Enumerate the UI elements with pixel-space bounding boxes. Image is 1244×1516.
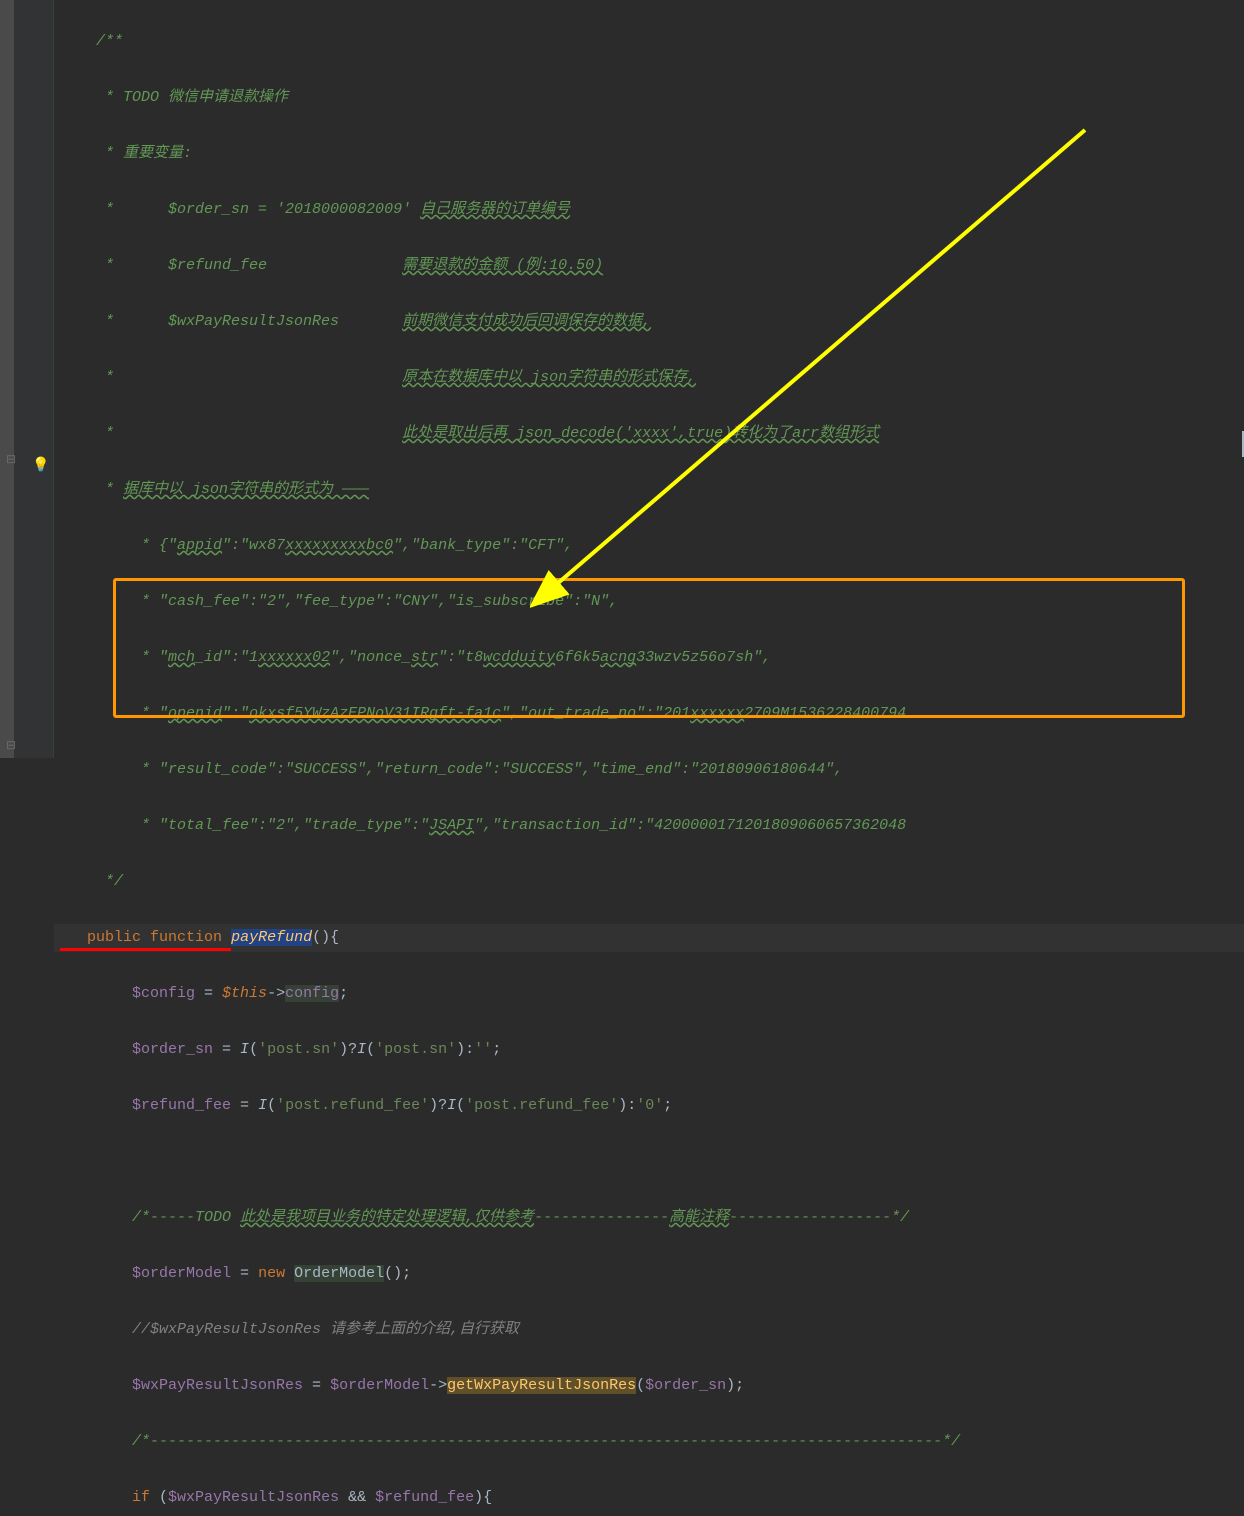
comment: * 此处是取出后再 json_decode('xxxx',true)转化为了ar…	[60, 425, 879, 442]
comment: * $wxPayResultJsonRes 前期微信支付成功后回调保存的数据,	[60, 313, 651, 330]
current-line[interactable]: public function payRefund(){	[54, 924, 1244, 952]
editor-gutter: ⊟ ⊟ 💡	[0, 0, 54, 758]
comment: * TODO 微信申请退款操作	[60, 89, 288, 106]
gutter-strip	[0, 0, 14, 758]
code-editor[interactable]: /** * TODO 微信申请退款操作 * 重要变量: * $order_sn …	[54, 0, 1244, 1516]
error-underline: public function	[60, 928, 231, 951]
comment: */	[60, 873, 123, 890]
comment: //$wxPayResultJsonRes 请参考上面的介绍,自行获取	[132, 1321, 519, 1338]
comment: * "cash_fee":"2","fee_type":"CNY","is_su…	[60, 593, 618, 610]
comment: * 原本在数据库中以 json字符串的形式保存,	[60, 369, 696, 386]
comment: * "openid":"okxsf5YWzAzEPNoV31IRgft-fa1c…	[60, 705, 906, 722]
comment: * "total_fee":"2","trade_type":"JSAPI","…	[60, 817, 906, 834]
comment: * 重要变量:	[60, 145, 192, 162]
comment: /*-----TODO 此处是我项目业务的特定处理逻辑,仅供参考--------…	[132, 1209, 909, 1226]
comment: * "result_code":"SUCCESS","return_code":…	[60, 761, 843, 778]
comment: * {"appid":"wx87xxxxxxxxxbc0","bank_type…	[60, 537, 573, 554]
comment: * 据库中以 json字符串的形式为 ———	[60, 481, 369, 498]
lightbulb-icon[interactable]: 💡	[32, 452, 48, 468]
fold-minus-icon[interactable]: ⊟	[6, 732, 16, 760]
comment: * $order_sn = '2018000082009' 自己服务器的订单编号	[60, 201, 570, 218]
fold-minus-icon[interactable]: ⊟	[6, 446, 16, 474]
comment: * "mch_id":"1xxxxxx02","nonce_str":"t8wc…	[60, 649, 771, 666]
function-name: payRefund	[231, 929, 312, 946]
comment: /*--------------------------------------…	[132, 1433, 960, 1450]
comment: * $refund_fee 需要退款的金额 (例:10.50)	[60, 257, 603, 274]
comment: /**	[60, 33, 123, 50]
